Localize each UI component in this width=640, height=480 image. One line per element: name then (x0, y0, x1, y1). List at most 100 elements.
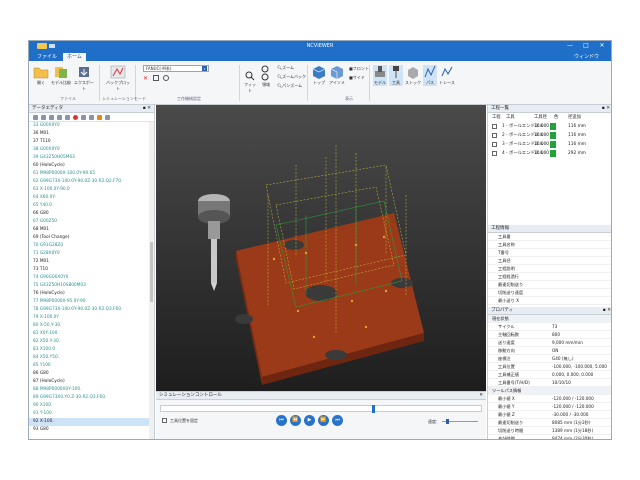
highlight-icon[interactable] (97, 115, 102, 120)
edit-icon[interactable] (153, 75, 159, 81)
copy-icon[interactable] (65, 115, 70, 120)
code-line[interactable]: 60 (HoleCycle) (29, 162, 149, 170)
minimize-button[interactable]: — (563, 42, 577, 49)
open-button[interactable]: 開く (33, 65, 49, 86)
code-line[interactable]: 64 X60.0Y- (29, 194, 149, 202)
code-line[interactable]: 36 M01 (29, 130, 149, 138)
simulation-progress-bar[interactable] (160, 405, 482, 413)
code-line[interactable]: 39 G43Z50H05M03 (29, 154, 149, 162)
front-view-button[interactable]: ■フロント (349, 66, 369, 72)
model-toggle[interactable]: モデル (373, 65, 387, 86)
controller-select[interactable]: FANUC(-M系) ▾ (143, 65, 209, 72)
list-icon[interactable] (105, 115, 110, 120)
code-line[interactable]: 68 M01 (29, 226, 149, 234)
tool-row[interactable]: 1 - ボールエンドミル 10.000 116 mm (488, 122, 611, 131)
code-line[interactable]: 37 T110 (29, 138, 149, 146)
search-icon[interactable] (33, 115, 38, 120)
stop-icon[interactable] (73, 115, 78, 120)
reset-icon[interactable]: ✕ (143, 75, 149, 82)
forward-button[interactable]: ⏩ (318, 415, 329, 426)
path-toggle[interactable]: パス (423, 65, 437, 86)
code-line[interactable]: 67 G00Z50 (29, 218, 149, 226)
tool-row-checkbox[interactable] (492, 133, 497, 138)
tool-row[interactable]: 4 - ボールエンドミル 10.000 292 mm (488, 149, 611, 158)
top-view-button[interactable]: トップ (311, 65, 327, 86)
fix-tool-checkbox[interactable] (162, 418, 167, 423)
scrollbar-thumb[interactable] (150, 242, 153, 302)
property-section[interactable]: 現在状態 (488, 315, 611, 323)
tool-color-swatch[interactable] (550, 150, 556, 157)
backplot-button[interactable]: バックプロット (105, 65, 131, 92)
property-section[interactable]: ツールパス情報 (488, 387, 611, 395)
region-button[interactable]: 領域 (259, 65, 273, 88)
code-line[interactable]: 85 Y100 (29, 362, 149, 370)
code-line[interactable]: 63 X-100.0Y-90.0 (29, 186, 149, 194)
code-line[interactable]: 87 (HoleCycle) (29, 378, 149, 386)
code-line[interactable]: 91 Y-100. (29, 410, 149, 418)
code-line[interactable]: 89 G99G73X0.Y0.Z-30.R2.Q3.F60. (29, 394, 149, 402)
tool-row[interactable]: 3 - ボールエンドミル 10.000 116 mm (488, 140, 611, 149)
code-line[interactable]: 80 X-50.Y-30. (29, 322, 149, 330)
pin-icon[interactable]: ▪ ✕ (143, 105, 151, 113)
tool-row-checkbox[interactable] (492, 124, 497, 129)
code-line[interactable]: 61 M98P0000X-100.0Y-90.65 (29, 170, 149, 178)
code-line[interactable]: 65 Y40.0 (29, 202, 149, 210)
3d-viewport[interactable] (156, 105, 486, 391)
editor-scrollbar[interactable] (149, 122, 154, 439)
find-icon[interactable] (41, 115, 46, 120)
stock-toggle[interactable]: ストック (405, 65, 421, 86)
pan-zoom-button[interactable]: 🔍︎パンズーム (277, 83, 302, 89)
code-line[interactable]: 70 G91G28Z0 (29, 242, 149, 250)
first-button[interactable]: ⏮ (276, 415, 287, 426)
nc-code-list[interactable]: 33 G00X0Y0 36 M01 37 T110 38 G00X0Y0 39 G43Z… (29, 122, 149, 439)
tab-file[interactable]: ファイル (33, 53, 61, 61)
code-line[interactable]: 75 G43Z50H10S800M03 (29, 282, 149, 290)
close-button[interactable]: ✕ (595, 42, 609, 49)
last-button[interactable]: ⏭ (332, 415, 343, 426)
undo-icon[interactable] (81, 115, 86, 120)
tool-toggle[interactable]: 工具 (389, 65, 403, 86)
code-line[interactable]: 69 (Tool Change) (29, 234, 149, 242)
zoom-button[interactable]: 🔍︎ズーム (277, 65, 294, 71)
code-line[interactable]: 76 (HoleCycle) (29, 290, 149, 298)
code-line[interactable]: 78 G99G73X-100.0Y-90.0Z-30.R2.Q3.F60. (29, 306, 149, 314)
tool-color-swatch[interactable] (550, 132, 556, 139)
code-line[interactable]: 62 G99G73X-100.0Y-90.0Z-30.R2.Q2.F70. (29, 178, 149, 186)
code-line[interactable]: 92 X-100. (29, 418, 149, 426)
tool-row-checkbox[interactable] (492, 142, 497, 147)
export-button[interactable]: エクスポート (73, 65, 95, 92)
side-view-button[interactable]: ■サイド (349, 75, 365, 81)
code-line[interactable]: 93 G80 (29, 426, 149, 434)
zoom-back-button[interactable]: 🔍︎ズームバック (277, 74, 306, 80)
code-line[interactable]: 90 X100. (29, 402, 149, 410)
goto-icon[interactable] (57, 115, 62, 120)
trace-toggle[interactable]: トレース (439, 65, 455, 86)
tool-row-checkbox[interactable] (492, 151, 497, 156)
speed-slider-thumb[interactable] (446, 419, 449, 424)
code-line[interactable]: 66 G80 (29, 210, 149, 218)
maximize-button[interactable]: □ (579, 42, 593, 49)
code-line[interactable]: 81 X0Y-100. (29, 330, 149, 338)
tool-row[interactable]: 2 - ボールエンドミル 10.000 116 mm (488, 131, 611, 140)
tool-color-swatch[interactable] (550, 141, 556, 148)
fit-button[interactable]: フィット (243, 71, 257, 94)
code-line[interactable]: 86 G80 (29, 370, 149, 378)
model-compare-button[interactable]: モデル比較 (51, 65, 71, 86)
progress-thumb[interactable] (372, 405, 376, 413)
tab-home[interactable]: ホーム (63, 53, 86, 61)
code-line[interactable]: 88 M98P0000X0Y-100. (29, 386, 149, 394)
code-line[interactable]: 82 X50.Y-30. (29, 338, 149, 346)
refresh-icon[interactable] (163, 75, 169, 81)
play-button[interactable]: ▶ (304, 415, 315, 426)
code-line[interactable]: 83 X100.0 (29, 346, 149, 354)
speed-slider[interactable] (442, 419, 478, 424)
code-line[interactable]: 71 G28X0Y0 (29, 250, 149, 258)
close-icon[interactable]: ✕ (479, 392, 483, 400)
code-line[interactable]: 79 X-100.0Y (29, 314, 149, 322)
code-line[interactable]: 84 X50.Y50. (29, 354, 149, 362)
redo-icon[interactable] (89, 115, 94, 120)
pin-icon[interactable]: ▪ ✕ (603, 307, 611, 315)
pin-icon[interactable]: ▪ ✕ (602, 105, 610, 113)
rewind-button[interactable]: ⏪ (290, 415, 301, 426)
code-line[interactable]: 73 T10 (29, 266, 149, 274)
